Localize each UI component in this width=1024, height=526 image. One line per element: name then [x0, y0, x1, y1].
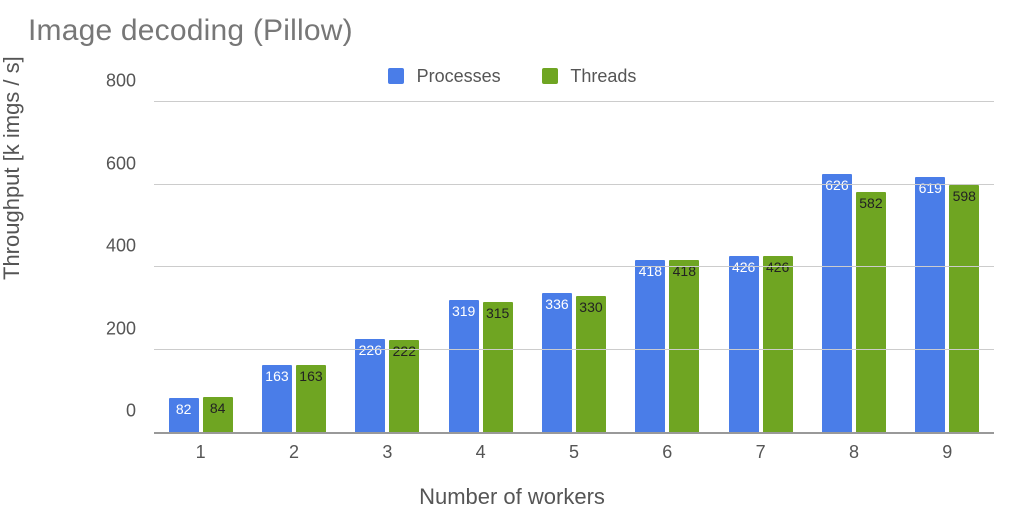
bar-processes: 82	[169, 398, 199, 432]
bar-value-label: 426	[766, 260, 789, 274]
bar-processes: 619	[915, 177, 945, 432]
x-tick: 5	[527, 442, 620, 463]
bar-processes: 163	[262, 365, 292, 432]
bars-container: 8284163163226222319315336330418418426426…	[154, 102, 994, 432]
bar-group: 82 84	[154, 397, 247, 432]
bar-threads: 598	[949, 185, 979, 432]
bar-value-label: 82	[176, 402, 192, 416]
gridline	[154, 184, 994, 185]
bar-value-label: 426	[732, 260, 755, 274]
legend-swatch-threads	[542, 68, 558, 84]
y-axis-label: Throughput [k imgs / s]	[0, 56, 25, 280]
bar-group: 336 330	[527, 293, 620, 432]
bar-group: 319 315	[434, 300, 527, 432]
legend: Processes Threads	[0, 66, 1024, 87]
bar-group: 163 163	[247, 365, 340, 432]
bar-threads: 163	[296, 365, 326, 432]
y-tick: 400	[96, 236, 136, 257]
bar-value-label: 598	[953, 189, 976, 203]
gridline	[154, 101, 994, 102]
x-tick: 9	[901, 442, 994, 463]
y-tick: 0	[96, 401, 136, 422]
bar-value-label: 163	[299, 369, 322, 383]
bar-threads: 315	[483, 302, 513, 432]
legend-item-threads: Threads	[542, 66, 637, 87]
bar-threads: 426	[763, 256, 793, 432]
bar-value-label: 222	[393, 344, 416, 358]
x-tick: 1	[154, 442, 247, 463]
x-tick: 2	[247, 442, 340, 463]
bar-group: 619 598	[901, 177, 994, 432]
bar-value-label: 163	[265, 369, 288, 383]
x-ticks: 123456789	[154, 442, 994, 463]
legend-label-threads: Threads	[570, 66, 636, 86]
y-tick: 600	[96, 153, 136, 174]
bar-processes: 226	[355, 339, 385, 432]
bar-value-label: 582	[859, 196, 882, 210]
bar-value-label: 226	[359, 343, 382, 357]
legend-swatch-processes	[388, 68, 404, 84]
x-axis-label: Number of workers	[0, 484, 1024, 510]
chart-title: Image decoding (Pillow)	[28, 14, 353, 48]
legend-item-processes: Processes	[388, 66, 501, 87]
bar-threads: 84	[203, 397, 233, 432]
bar-value-label: 319	[452, 304, 475, 318]
bar-processes: 426	[729, 256, 759, 432]
plot-area: 8284163163226222319315336330418418426426…	[154, 102, 994, 434]
bar-group: 418418	[621, 260, 714, 432]
bar-group: 626 582	[807, 174, 900, 432]
bar-processes: 336	[542, 293, 572, 432]
x-tick: 3	[341, 442, 434, 463]
y-tick: 200	[96, 318, 136, 339]
bar-threads: 418	[669, 260, 699, 432]
bar-group: 226 222	[341, 339, 434, 432]
bar-processes: 319	[449, 300, 479, 432]
bar-group: 426 426	[714, 256, 807, 432]
bar-processes: 418	[635, 260, 665, 432]
bar-value-label: 626	[825, 178, 848, 192]
bar-threads: 222	[389, 340, 419, 432]
x-tick: 7	[714, 442, 807, 463]
chart: Image decoding (Pillow) Processes Thread…	[0, 0, 1024, 526]
x-tick: 4	[434, 442, 527, 463]
gridline	[154, 349, 994, 350]
bar-value-label: 330	[579, 300, 602, 314]
bar-value-label: 84	[210, 401, 226, 415]
x-tick: 8	[807, 442, 900, 463]
gridline	[154, 266, 994, 267]
x-tick: 6	[621, 442, 714, 463]
bar-threads: 582	[856, 192, 886, 432]
legend-label-processes: Processes	[417, 66, 501, 86]
bar-processes: 626	[822, 174, 852, 432]
bar-value-label: 336	[545, 297, 568, 311]
y-tick: 800	[96, 71, 136, 92]
bar-threads: 330	[576, 296, 606, 432]
bar-value-label: 315	[486, 306, 509, 320]
